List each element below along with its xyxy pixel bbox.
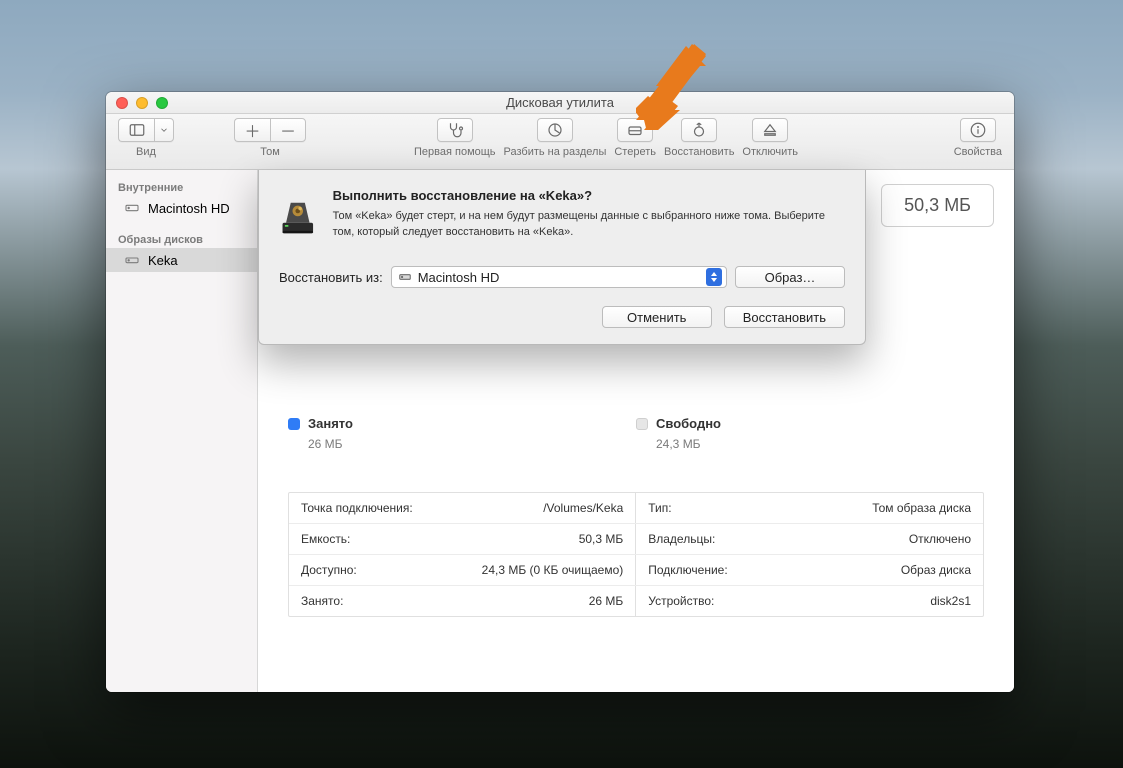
toolbar-label-info: Свойства bbox=[954, 146, 1002, 158]
usage-legend: Занято 26 МБ Свободно 24,3 МБ bbox=[288, 416, 984, 451]
view-mode-left[interactable] bbox=[118, 118, 154, 142]
detail-value: 24,3 МБ (0 КБ очищаемо) bbox=[445, 555, 636, 586]
restore-sheet: Выполнить восстановление на «Keka»? Том … bbox=[258, 170, 866, 345]
detail-key: Тип: bbox=[636, 493, 795, 524]
volume-add-button[interactable]: ＋ bbox=[234, 118, 270, 142]
eraser-icon bbox=[626, 121, 644, 139]
detail-value: Том образа диска bbox=[795, 493, 983, 524]
restore-button[interactable] bbox=[681, 118, 717, 142]
view-mode-dropdown[interactable] bbox=[154, 118, 174, 142]
detail-value: disk2s1 bbox=[795, 586, 983, 617]
details-left-table: Точка подключения:/Volumes/Keka Емкость:… bbox=[289, 493, 636, 616]
detail-key: Занято: bbox=[289, 586, 445, 617]
details-right-table: Тип:Том образа диска Владельцы:Отключено… bbox=[636, 493, 983, 616]
toolbar-label-unmount: Отключить bbox=[742, 146, 798, 158]
sidebar-item-keka[interactable]: Keka bbox=[106, 248, 257, 272]
info-icon bbox=[969, 121, 987, 139]
detail-key: Точка подключения: bbox=[289, 493, 445, 524]
info-button[interactable] bbox=[960, 118, 996, 142]
detail-key: Емкость: bbox=[289, 524, 445, 555]
detail-value: 50,3 МБ bbox=[445, 524, 636, 555]
swatch-busy bbox=[288, 418, 300, 430]
disk-utility-window: Дисковая утилита Вид ＋ － bbox=[106, 92, 1014, 692]
hard-drive-small-icon bbox=[398, 270, 412, 284]
detail-value: Отключено bbox=[795, 524, 983, 555]
restore-from-combo[interactable]: Macintosh HD bbox=[391, 266, 727, 288]
eject-icon bbox=[761, 121, 779, 139]
disk-image-icon bbox=[124, 252, 140, 268]
usage-free-label: Свободно bbox=[656, 416, 721, 431]
image-button[interactable]: Образ… bbox=[735, 266, 845, 288]
restore-from-label: Восстановить из: bbox=[279, 270, 383, 285]
hard-drive-icon bbox=[124, 200, 140, 216]
toolbar: Вид ＋ － Том Первая помощь bbox=[106, 114, 1014, 170]
toolbar-label-restore: Восстановить bbox=[664, 146, 734, 158]
detail-key: Владельцы: bbox=[636, 524, 795, 555]
confirm-restore-button[interactable]: Восстановить bbox=[724, 306, 845, 328]
unmount-button[interactable] bbox=[752, 118, 788, 142]
first-aid-button[interactable] bbox=[437, 118, 473, 142]
restore-arrow-icon bbox=[690, 121, 708, 139]
cancel-button[interactable]: Отменить bbox=[602, 306, 712, 328]
usage-busy-label: Занято bbox=[308, 416, 353, 431]
minus-icon: － bbox=[280, 118, 296, 142]
sidebar-item-macintosh-hd[interactable]: Macintosh HD bbox=[106, 196, 257, 220]
detail-key: Устройство: bbox=[636, 586, 795, 617]
detail-value: /Volumes/Keka bbox=[445, 493, 636, 524]
sidebar-item-label: Keka bbox=[148, 253, 178, 268]
titlebar: Дисковая утилита bbox=[106, 92, 1014, 114]
sidebar-layout-icon bbox=[128, 121, 146, 139]
hard-disk-large-icon bbox=[279, 188, 317, 248]
volume-size-badge: 50,3 МБ bbox=[881, 184, 994, 227]
detail-value: 26 МБ bbox=[445, 586, 636, 617]
window-title: Дисковая утилита bbox=[106, 95, 1014, 110]
dialog-body: Том «Keka» будет стерт, и на нем будут р… bbox=[333, 209, 845, 241]
toolbar-label-erase: Стереть bbox=[614, 146, 656, 158]
combo-stepper-icon bbox=[706, 268, 722, 286]
volume-details: Точка подключения:/Volumes/Keka Емкость:… bbox=[288, 492, 984, 617]
swatch-free bbox=[636, 418, 648, 430]
sidebar: Внутренние Macintosh HD Образы дисков Ke… bbox=[106, 170, 258, 692]
sidebar-section-internal: Внутренние bbox=[106, 176, 257, 196]
detail-key: Доступно: bbox=[289, 555, 445, 586]
sidebar-item-label: Macintosh HD bbox=[148, 201, 230, 216]
toolbar-label-partition: Разбить на разделы bbox=[504, 146, 607, 158]
restore-dialog: Выполнить восстановление на «Keka»? Том … bbox=[258, 170, 866, 345]
plus-icon: ＋ bbox=[244, 118, 260, 142]
sidebar-section-images: Образы дисков bbox=[106, 228, 257, 248]
partition-button[interactable] bbox=[537, 118, 573, 142]
desktop-wallpaper: Дисковая утилита Вид ＋ － bbox=[0, 0, 1123, 768]
usage-busy-value: 26 МБ bbox=[308, 437, 636, 451]
chevron-down-icon bbox=[159, 125, 169, 135]
stethoscope-icon bbox=[446, 121, 464, 139]
toolbar-label-view: Вид bbox=[136, 146, 156, 158]
restore-from-value: Macintosh HD bbox=[418, 270, 500, 285]
erase-button[interactable] bbox=[617, 118, 653, 142]
dialog-title: Выполнить восстановление на «Keka»? bbox=[333, 188, 845, 203]
window-body: Внутренние Macintosh HD Образы дисков Ke… bbox=[106, 170, 1014, 692]
usage-free-value: 24,3 МБ bbox=[656, 437, 984, 451]
main-pane: 50,3 МБ bbox=[258, 170, 1014, 692]
detail-key: Подключение: bbox=[636, 555, 795, 586]
toolbar-label-volume: Том bbox=[260, 146, 280, 158]
detail-value: Образ диска bbox=[795, 555, 983, 586]
volume-remove-button[interactable]: － bbox=[270, 118, 306, 142]
pie-chart-icon bbox=[546, 121, 564, 139]
toolbar-label-first-aid: Первая помощь bbox=[414, 146, 496, 158]
